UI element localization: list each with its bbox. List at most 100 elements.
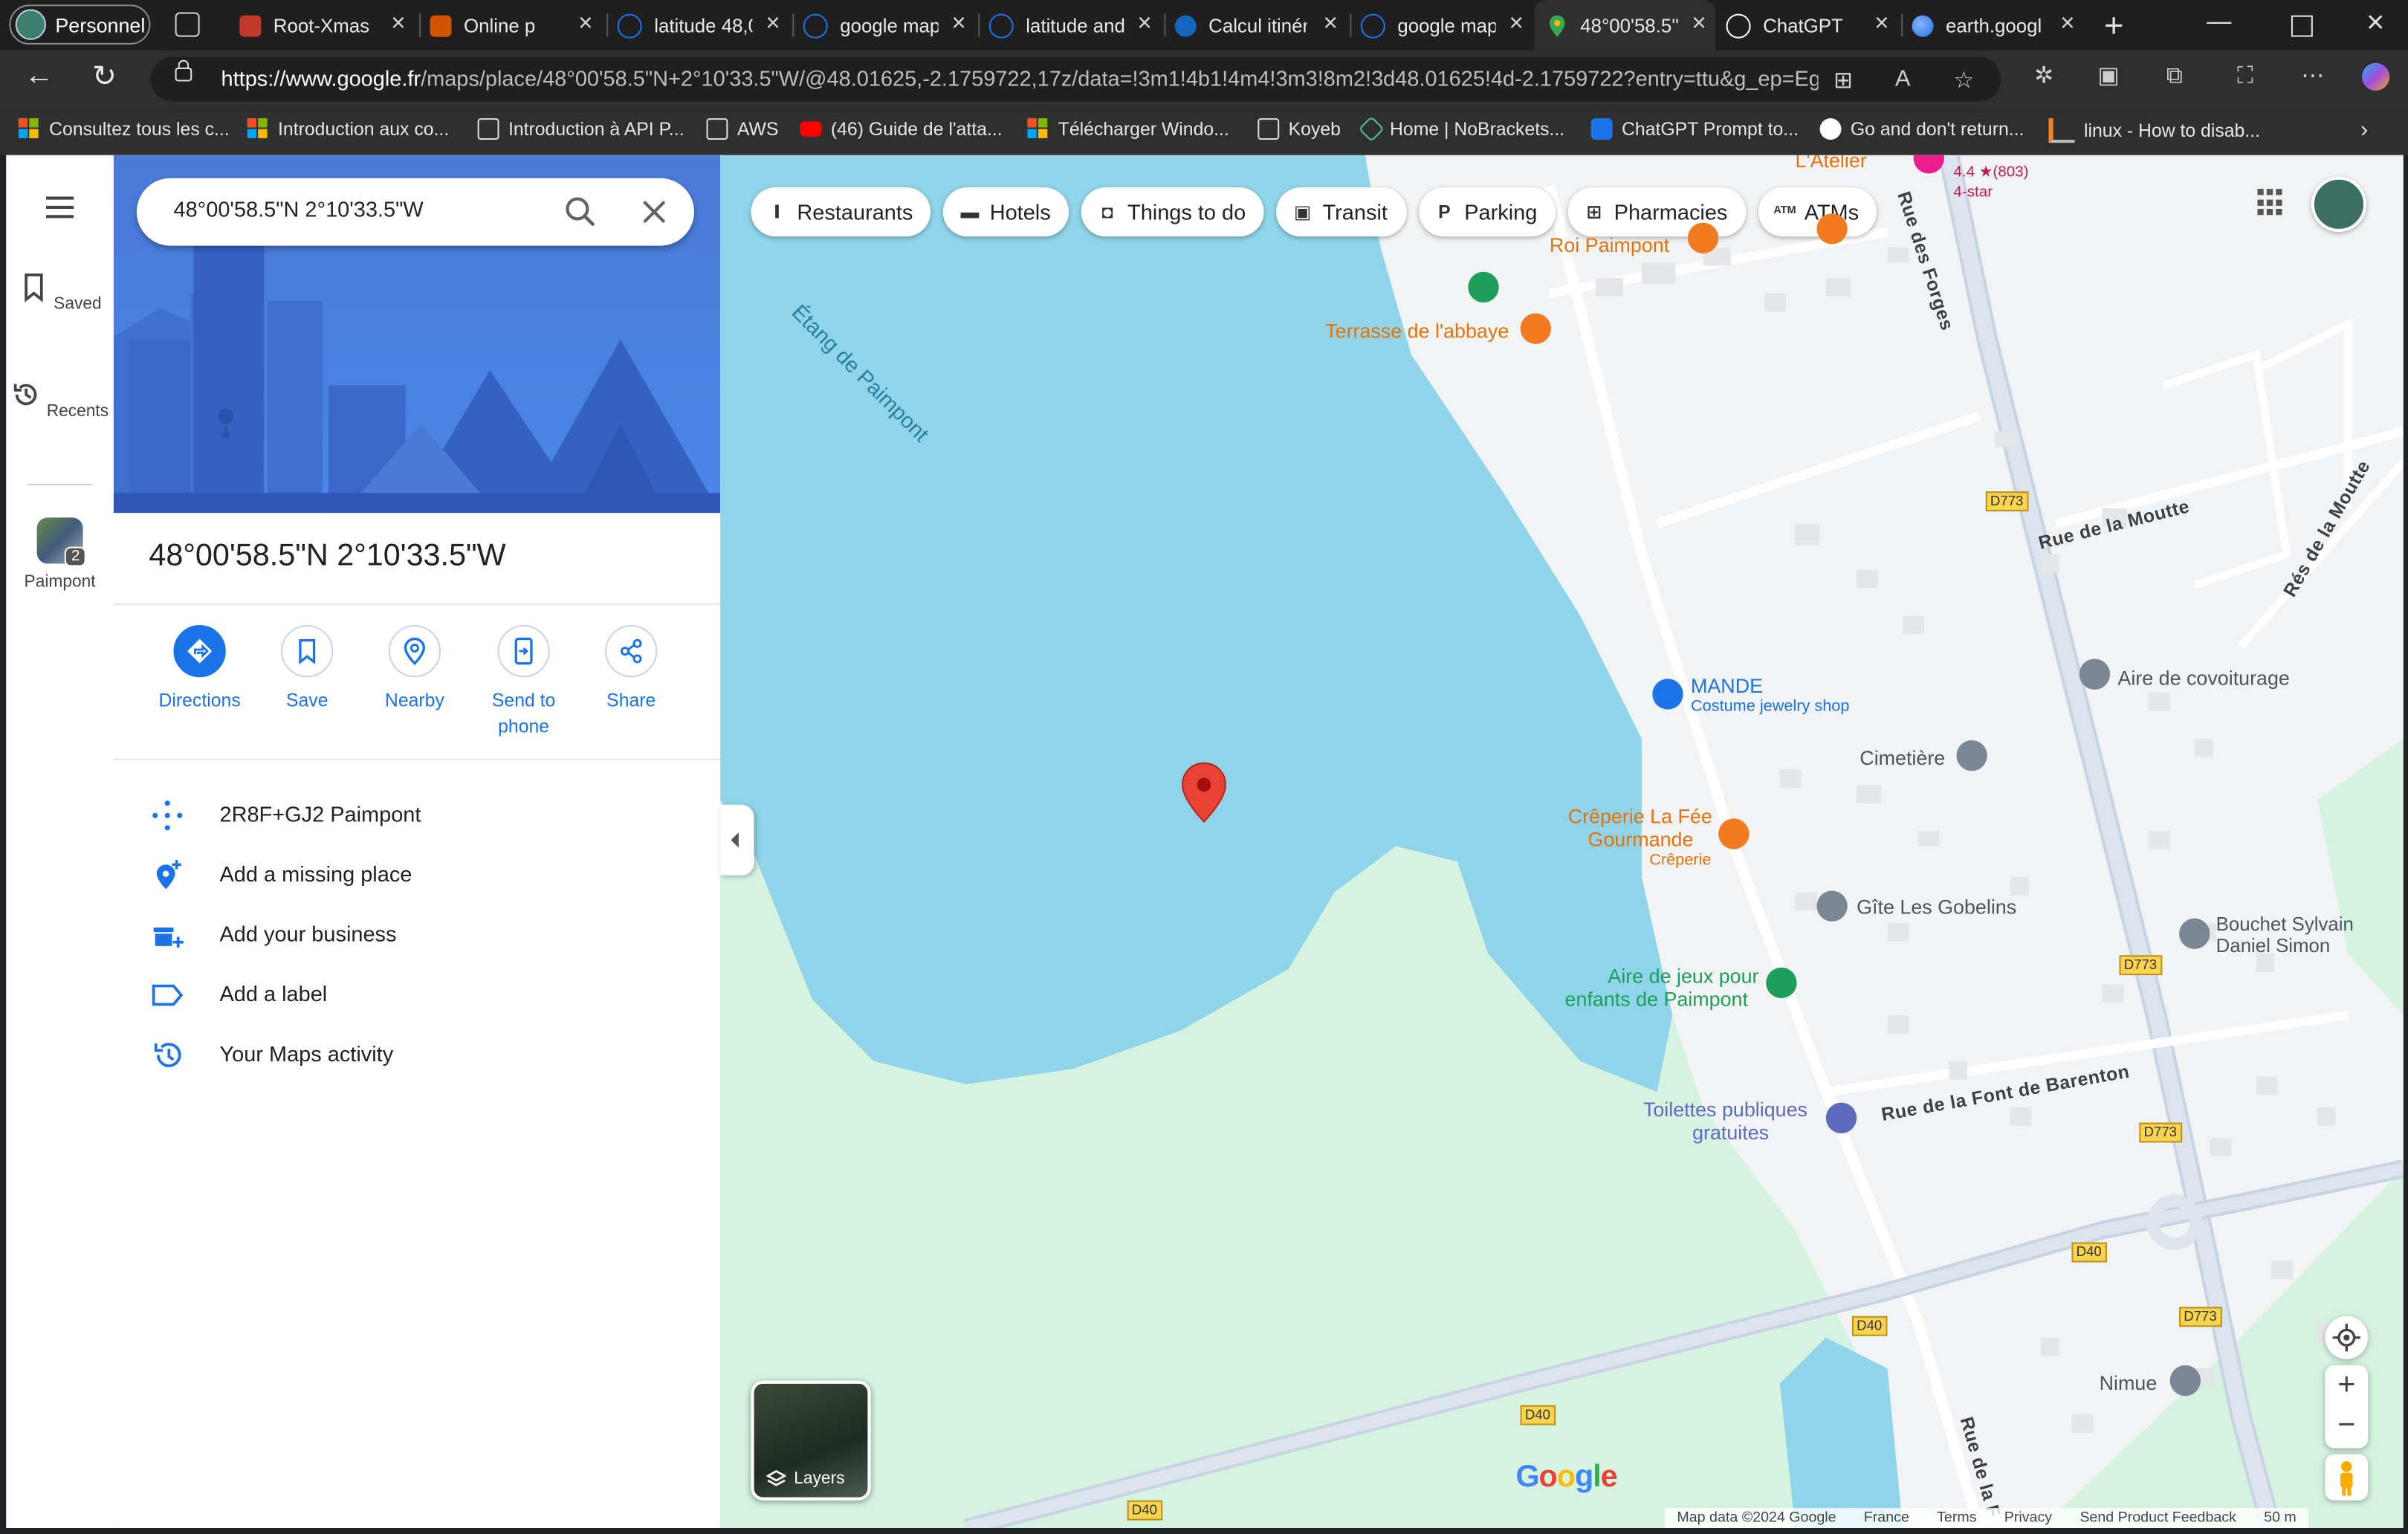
chevron-right-icon[interactable]: › — [2360, 117, 2368, 143]
account-avatar[interactable] — [2311, 176, 2367, 233]
bookmark-item[interactable]: Télécharger Windo... — [1027, 118, 1229, 140]
favorite-star-icon[interactable]: ☆ — [1953, 66, 1974, 94]
copilot-icon[interactable] — [2361, 62, 2390, 91]
maps-activity-row[interactable]: Your Maps activity — [114, 1024, 720, 1083]
place-poi-icon[interactable] — [2179, 918, 2210, 949]
poi-bouchet-line2[interactable]: Daniel Simon — [2216, 935, 2331, 957]
refresh-button[interactable]: ↻ — [92, 60, 117, 96]
bookmark-item[interactable]: Go and don't return... — [1819, 118, 2024, 140]
terms-link[interactable]: Terms — [1937, 1508, 1976, 1528]
tab-google-map-2[interactable]: google map × — [1360, 0, 1532, 51]
place-poi-icon[interactable] — [2169, 1365, 2201, 1397]
tab-maps-active[interactable]: 48°00'58.5'' × — [1534, 0, 1716, 51]
food-poi-icon[interactable] — [1718, 818, 1750, 849]
restore-button[interactable] — [2291, 15, 2313, 37]
poi-gobelins[interactable]: Gîte Les Gobelins — [1857, 896, 2016, 919]
feedback-link[interactable]: Send Product Feedback — [2080, 1508, 2236, 1528]
plus-code-row[interactable]: 2R8F+GJ2 Paimpont — [114, 785, 720, 844]
bookmark-item[interactable]: Home | NoBrackets... — [1358, 116, 1564, 143]
search-box[interactable]: 48°00'58.5"N 2°10'33.5"W — [136, 178, 694, 246]
place-poi-icon[interactable] — [2079, 658, 2111, 690]
tab-google-earth[interactable]: earth.googl × — [1912, 0, 2084, 51]
toilets-poi-icon[interactable] — [1825, 1102, 1857, 1133]
privacy-link[interactable]: Privacy — [2004, 1508, 2052, 1528]
poi-nimue[interactable]: Nimue — [2100, 1371, 2158, 1394]
read-aloud-icon[interactable]: A — [1895, 66, 1911, 92]
poi-creperie-line1[interactable]: Crêperie La Fée — [1568, 805, 1712, 828]
tab-close-icon[interactable]: × — [1874, 11, 1888, 37]
zoom-out-button[interactable]: − — [2325, 1407, 2368, 1449]
bookmark-item[interactable]: Introduction à API P... — [477, 118, 684, 140]
minimize-button[interactable]: — — [2207, 9, 2231, 36]
poi-mande[interactable]: MANDE — [1691, 674, 1763, 697]
workspaces-icon[interactable] — [175, 12, 200, 37]
save-button[interactable]: Save — [253, 624, 361, 714]
rail-recent-paimpont[interactable]: 2 Paimpont — [6, 517, 114, 592]
send-to-phone-button[interactable]: Send to phone — [470, 624, 577, 740]
add-label-row[interactable]: Add a label — [114, 965, 720, 1023]
menu-icon[interactable] — [45, 196, 74, 224]
bookmark-item[interactable]: Introduction aux co... — [247, 118, 449, 140]
tab-latitude-and[interactable]: latitude and × — [988, 0, 1161, 51]
close-icon[interactable] — [641, 198, 668, 226]
directions-button[interactable]: Directions — [146, 624, 253, 714]
tab-latitude[interactable]: latitude 48,0 × — [617, 0, 789, 51]
extension-icon[interactable]: ✲ — [2030, 63, 2058, 91]
bookmark-item[interactable]: AWS — [706, 118, 778, 140]
food-poi-icon[interactable] — [1816, 213, 1848, 245]
lodging-poi-icon[interactable] — [1816, 890, 1848, 922]
zoom-in-button[interactable]: + — [2325, 1365, 2368, 1407]
nearby-button[interactable]: Nearby — [361, 624, 469, 714]
poi-toilettes-line1[interactable]: Toilettes publiques — [1643, 1098, 1807, 1121]
poi-aire-jeux-line1[interactable]: Aire de jeux pour — [1608, 965, 1758, 988]
tab-close-icon[interactable]: × — [1692, 11, 1706, 37]
shop-poi-icon[interactable] — [1652, 679, 1683, 710]
layers-button[interactable]: Layers — [751, 1380, 871, 1501]
poi-aire-jeux-line2[interactable]: enfants de Paimpont — [1565, 988, 1748, 1011]
chip-hotels[interactable]: ▬ Hotels — [943, 187, 1069, 237]
street-view-pegman[interactable] — [2325, 1454, 2369, 1501]
search-query[interactable]: 48°00'58.5"N 2°10'33.5"W — [173, 196, 423, 221]
poi-latelier[interactable]: L'Atelier — [1796, 155, 1867, 172]
bookmark-item[interactable]: Koyeb — [1258, 118, 1341, 140]
chip-pharmacies[interactable]: ⊞ Pharmacies — [1567, 187, 1747, 237]
close-window-button[interactable]: × — [2366, 6, 2384, 42]
playground-poi-icon[interactable] — [1766, 967, 1797, 999]
tab-close-icon[interactable]: × — [951, 11, 965, 37]
tab-chatgpt[interactable]: ChatGPT × — [1726, 0, 1898, 51]
cemetery-poi-icon[interactable] — [1956, 740, 1987, 771]
poi-bouchet-line1[interactable]: Bouchet Sylvain — [2216, 913, 2354, 935]
map-canvas[interactable]: ⵏ Restaurants ▬ Hotels ◘ Things to do ▣ Tran… — [720, 155, 2404, 1528]
poi-creperie-line2[interactable]: Gourmande — [1588, 828, 1694, 851]
bookmark-item[interactable]: linux - How to disab... — [2048, 118, 2260, 143]
more-menu-icon[interactable]: ⋯ — [2299, 63, 2326, 91]
chip-things-to-do[interactable]: ◘ Things to do — [1081, 187, 1265, 237]
tab-close-icon[interactable]: × — [391, 11, 405, 37]
park-poi-icon[interactable] — [1468, 271, 1499, 303]
tab-calcul-itineraire[interactable]: Calcul itinér × — [1174, 0, 1347, 51]
food-poi-icon[interactable] — [1520, 313, 1551, 344]
tab-google-map[interactable]: google map × — [803, 0, 975, 51]
back-button[interactable]: ← — [25, 60, 54, 94]
my-location-button[interactable] — [2325, 1315, 2369, 1359]
tab-root-xmas[interactable]: Root-Xmas × — [239, 0, 415, 51]
collapse-panel-button[interactable] — [720, 804, 754, 876]
add-missing-place-row[interactable]: Add a missing place — [114, 844, 720, 903]
tab-close-icon[interactable]: × — [766, 11, 780, 37]
address-bar[interactable]: https://www.google.fr/maps/place/48°00'5… — [150, 56, 2001, 102]
bookmark-item[interactable]: ChatGPT Prompt to... — [1590, 118, 1799, 140]
tab-close-icon[interactable]: × — [1323, 11, 1337, 37]
tab-close-icon[interactable]: × — [2060, 11, 2074, 37]
poi-terrasse[interactable]: Terrasse de l'abbaye — [1325, 320, 1509, 343]
tab-close-icon[interactable]: × — [578, 11, 592, 37]
profile-button[interactable]: Personnel — [9, 4, 151, 45]
add-business-row[interactable]: Add your business — [114, 904, 720, 963]
scale-label[interactable]: 50 m — [2264, 1508, 2297, 1528]
share-button[interactable]: Share — [577, 624, 685, 714]
country-link[interactable]: France — [1864, 1508, 1909, 1528]
rail-recents[interactable]: Recents — [6, 379, 114, 421]
new-tab-button[interactable]: + — [2104, 6, 2124, 46]
screenshot-icon[interactable]: ⛶ — [2231, 63, 2259, 91]
poi-cimetiere[interactable]: Cimetière — [1860, 746, 1945, 769]
chip-parking[interactable]: P Parking — [1418, 187, 1556, 237]
